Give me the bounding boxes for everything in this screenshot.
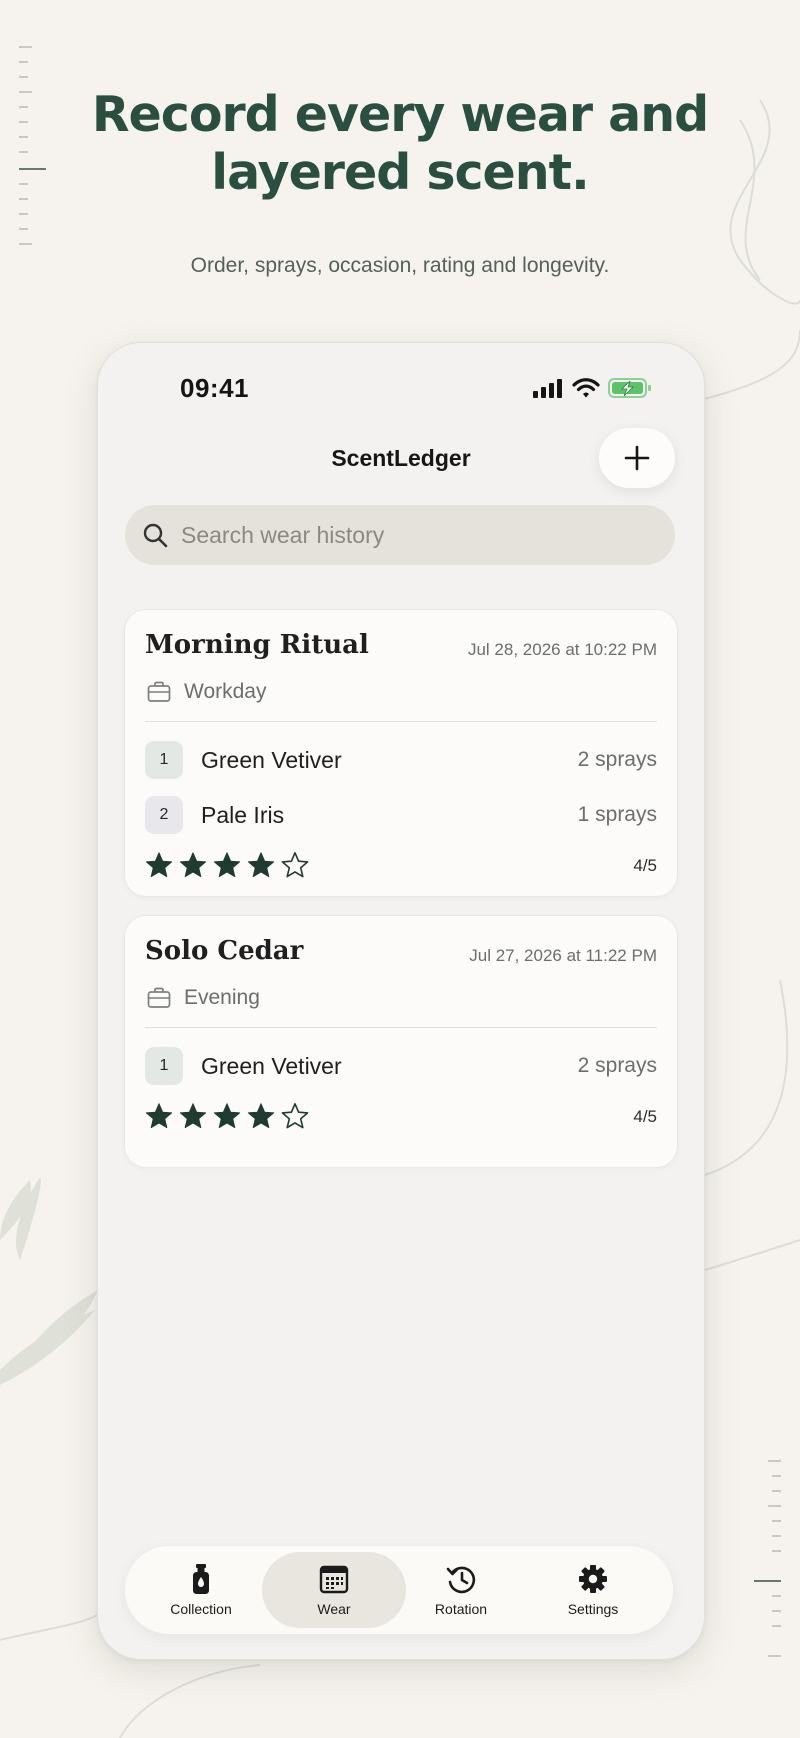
spray-count: 2 sprays — [577, 1054, 657, 1077]
layer-order-badge: 1 — [145, 741, 183, 779]
layer-row: 1 Green Vetiver 2 sprays — [145, 741, 657, 779]
battery-icon — [608, 378, 651, 398]
tab-settings[interactable]: Settings — [527, 1552, 659, 1628]
search-input[interactable] — [181, 521, 621, 549]
status-icons — [532, 373, 652, 403]
signal-icon — [533, 379, 562, 398]
search-icon — [142, 521, 170, 549]
rating-label: 4/5 — [633, 856, 657, 875]
layer-row: 1 Green Vetiver 2 sprays — [145, 1047, 657, 1085]
wear-date: Jul 27, 2026 at 11:22 PM — [469, 946, 657, 965]
star-filled-icon — [213, 1103, 241, 1129]
tab-collection[interactable]: Collection — [135, 1552, 267, 1628]
bottle-icon — [193, 1564, 209, 1594]
tab-wear[interactable]: Wear — [262, 1552, 406, 1628]
star-filled-icon — [145, 852, 173, 878]
spray-count: 2 sprays — [577, 748, 657, 771]
calendar-icon — [319, 1565, 349, 1594]
divider — [145, 721, 657, 722]
layer-row: 2 Pale Iris 1 sprays — [145, 796, 657, 834]
headline-line-2: layered scent. — [211, 144, 589, 201]
rating-label: 4/5 — [633, 1107, 657, 1126]
fragrance-name: Green Vetiver — [201, 1052, 342, 1079]
spray-count: 1 sprays — [577, 803, 657, 826]
briefcase-icon — [147, 987, 171, 1008]
leaf-branch — [0, 1178, 98, 1385]
wear-date: Jul 28, 2026 at 10:22 PM — [467, 640, 657, 659]
wear-name: Solo Cedar — [145, 936, 304, 966]
status-time: 09:41 — [180, 373, 249, 403]
tab-label: Rotation — [434, 1601, 488, 1617]
layer-order-badge: 2 — [145, 796, 183, 834]
star-filled-icon — [247, 852, 275, 878]
occasion: Evening — [147, 986, 260, 1010]
headline-subtitle: Order, sprays, occasion, rating and long… — [190, 254, 610, 277]
fragrance-name: Pale Iris — [201, 801, 285, 828]
star-filled-icon — [213, 852, 241, 878]
star-filled-icon — [145, 1103, 173, 1129]
occasion-label: Workday — [184, 680, 267, 703]
star-filled-icon — [179, 852, 207, 878]
tab-label: Wear — [317, 1601, 351, 1617]
phone-frame: 09:41 ScentLedger Search wear history Mo… — [97, 342, 705, 1660]
tab-rotation[interactable]: Rotation — [395, 1552, 527, 1628]
plus-icon — [624, 445, 650, 471]
headline-line-1: Record every wear and — [91, 86, 709, 143]
briefcase-icon — [147, 681, 171, 702]
history-icon — [446, 1566, 476, 1594]
fragrance-name: Green Vetiver — [201, 746, 342, 773]
tab-label: Collection — [170, 1601, 232, 1617]
wifi-icon — [572, 378, 600, 398]
layer-order-badge: 1 — [145, 1047, 183, 1085]
gear-icon — [579, 1565, 607, 1593]
wear-card[interactable]: Solo Cedar Jul 27, 2026 at 11:22 PM Even… — [124, 915, 678, 1168]
occasion-label: Evening — [184, 986, 260, 1009]
wear-name: Morning Ritual — [145, 630, 369, 660]
add-wear-button[interactable] — [599, 428, 675, 488]
star-filled-icon — [179, 1103, 207, 1129]
tab-bar: Collection Wear Rotation Settings — [125, 1546, 673, 1634]
search-bar[interactable] — [125, 505, 675, 565]
occasion: Workday — [147, 680, 266, 704]
star-filled-icon — [247, 1103, 275, 1129]
ruler-marks-right — [754, 1460, 781, 1657]
headline: Record every wear and layered scent. — [0, 86, 800, 202]
rating-stars — [145, 1102, 309, 1130]
tab-label: Settings — [567, 1601, 619, 1617]
divider — [145, 1027, 657, 1028]
rating-stars — [145, 851, 309, 879]
star-empty-icon — [281, 1103, 309, 1129]
wear-card[interactable]: Morning Ritual Jul 28, 2026 at 10:22 PM … — [124, 609, 678, 897]
star-empty-icon — [281, 852, 309, 878]
